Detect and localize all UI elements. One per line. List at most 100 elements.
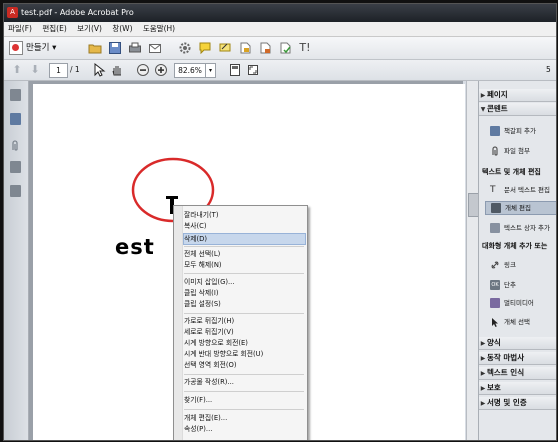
sign-icon[interactable] [218, 41, 232, 55]
panel-section-content[interactable]: ▼ 콘텐트 [479, 103, 556, 116]
menu-item-flip-horizontal[interactable]: 가로로 뒤집기(H) [184, 316, 305, 327]
menu-item-edit-object[interactable]: 개체 편집(E)... [184, 413, 305, 424]
previous-page-icon[interactable]: ⬆ [10, 63, 24, 77]
select-arrow-icon [490, 317, 500, 327]
secure-icon[interactable] [238, 41, 252, 55]
zoom-out-icon[interactable] [136, 63, 150, 77]
tool-attach-file[interactable]: 파일 첨부 [490, 145, 530, 157]
link-icon [490, 260, 500, 270]
menu-separator [184, 313, 304, 314]
full-screen-icon[interactable] [246, 63, 260, 77]
tool-select-object[interactable]: 개체 선택 [490, 316, 530, 328]
panel-section-sign-certify[interactable]: ▶ 서명 및 인증 [479, 397, 556, 410]
toolbar-right-label: 5 [546, 65, 551, 74]
title-bar[interactable]: A test.pdf - Adobe Acrobat Pro [4, 4, 556, 22]
tool-edit-document-text[interactable]: T 문서 텍스트 편집 [490, 184, 550, 196]
expand-arrow-icon: ▶ [480, 385, 486, 392]
section-label: 텍스트 인식 [487, 368, 525, 377]
hand-tool-icon[interactable] [110, 63, 124, 77]
pages-panel-icon[interactable] [10, 89, 21, 101]
menu-view[interactable]: 보기(V) [73, 22, 106, 36]
next-page-icon[interactable]: ⬇ [28, 63, 42, 77]
panel-section-pages[interactable]: ▶ 페이지 [479, 89, 556, 102]
panel-section-protection[interactable]: ▶ 보호 [479, 382, 556, 395]
menu-bar: 파일(F) 편집(E) 보기(V) 창(W) 도움말(H) [4, 22, 556, 37]
panel-section-text-recognition[interactable]: ▶ 텍스트 인식 [479, 367, 556, 380]
subheader-text-object-edit: 텍스트 및 개체 편집 [482, 168, 541, 176]
menu-item-flip-vertical[interactable]: 세로로 뒤집기(V) [184, 327, 305, 338]
comment-icon[interactable] [198, 41, 212, 55]
menu-item-create-artifact[interactable]: 가공물 작성(R)... [184, 377, 305, 388]
section-label: 페이지 [487, 90, 508, 99]
text-box-icon [490, 223, 500, 233]
bookmarks-icon[interactable] [10, 113, 21, 125]
expand-arrow-icon: ▶ [480, 340, 486, 347]
menu-item-find[interactable]: 찾기(F)... [184, 395, 305, 406]
menu-item-properties[interactable]: 속성(P)... [184, 424, 305, 435]
context-menu: 잘라내기(T) 복사(C) 삭제(D) 전체 선택(L) 모두 해제(N) 이미… [173, 205, 308, 440]
tool-button[interactable]: OK 단추 [490, 279, 516, 291]
forms-icon[interactable] [258, 41, 272, 55]
tool-label: 문서 텍스트 편집 [504, 186, 550, 194]
zoom-dropdown-chevron-down-icon[interactable]: ▾ [205, 63, 216, 78]
panel-section-forms[interactable]: ▶ 양식 [479, 337, 556, 350]
signatures-icon[interactable] [10, 161, 21, 173]
create-pdf-icon [9, 40, 23, 55]
vertical-scrollbar[interactable] [466, 81, 479, 440]
menu-item-cut[interactable]: 잘라내기(T) [184, 210, 305, 221]
menu-item-insert-image[interactable]: 이미지 삽입(G)... [184, 277, 305, 288]
menu-item-rotate-selection[interactable]: 선택 영역 회전(O) [184, 360, 305, 371]
create-button[interactable]: 만들기 ▾ [9, 40, 56, 56]
page-number-input[interactable]: 1 [49, 63, 68, 78]
multimedia-icon [490, 298, 500, 308]
menu-item-set-clip[interactable]: 클립 설정(S) [184, 299, 305, 310]
edit-object-icon [491, 203, 501, 213]
attachments-paperclip-icon[interactable] [10, 137, 21, 151]
print-icon[interactable] [128, 41, 142, 55]
menu-separator [184, 391, 304, 392]
email-icon[interactable] [148, 41, 162, 55]
panel-section-action-wizard[interactable]: ▶ 동작 마법사 [479, 352, 556, 365]
open-folder-icon[interactable] [88, 41, 102, 55]
tool-edit-object[interactable]: 개체 편집 [485, 201, 556, 215]
tool-label: 개체 선택 [504, 318, 530, 326]
page-total-label: / 1 [70, 65, 80, 74]
tool-label: 책갈피 추가 [504, 127, 536, 135]
tool-label: 링크 [504, 261, 516, 269]
menu-item-rotate-clockwise[interactable]: 시계 방향으로 회전(E) [184, 338, 305, 349]
menu-item-copy[interactable]: 복사(C) [184, 221, 305, 232]
tools-panel: ▶ 페이지 ▼ 콘텐트 책갈피 추가 파일 첨부 텍스트 및 개체 편집 T 문서 텍… [478, 81, 556, 440]
tool-link[interactable]: 링크 [490, 259, 516, 271]
menu-window[interactable]: 창(W) [108, 22, 136, 36]
tool-label: 텍스트 상자 추가 [504, 224, 550, 232]
menu-item-delete[interactable]: 삭제(D) [183, 233, 306, 245]
create-button-label: 만들기 ▾ [26, 43, 57, 53]
section-label: 서명 및 인증 [487, 398, 527, 407]
tool-multimedia[interactable]: 멀티미디어 [490, 297, 534, 309]
menu-item-select-all[interactable]: 전체 선택(L) [184, 249, 305, 260]
expand-arrow-icon: ▶ [480, 400, 486, 407]
document-text[interactable]: est [115, 235, 155, 259]
text-tool-icon[interactable]: T! [298, 41, 312, 55]
collapse-arrow-icon: ▼ [480, 106, 486, 113]
tool-add-text-box[interactable]: 텍스트 상자 추가 [490, 222, 550, 234]
zoom-in-icon[interactable] [154, 63, 168, 77]
menu-file[interactable]: 파일(F) [4, 22, 36, 36]
zoom-level-field[interactable]: 82.6% [174, 63, 206, 78]
tool-add-bookmark[interactable]: 책갈피 추가 [490, 125, 536, 137]
menu-help[interactable]: 도움말(H) [139, 22, 179, 36]
tool-label: 단추 [504, 281, 516, 289]
settings-gear-icon[interactable] [178, 41, 192, 55]
menu-item-rotate-counterclockwise[interactable]: 시계 반대 방향으로 회전(U) [184, 349, 305, 360]
menu-edit[interactable]: 편집(E) [38, 22, 70, 36]
content-structure-icon[interactable] [10, 185, 21, 197]
review-icon[interactable] [278, 41, 292, 55]
menu-item-deselect-all[interactable]: 모두 해제(N) [184, 260, 305, 271]
navigation-toolbar: ⬆ ⬇ 1 / 1 82.6% ▾ 5 [4, 60, 556, 81]
bookmark-icon [490, 126, 500, 136]
fit-page-icon[interactable] [228, 63, 242, 77]
expand-arrow-icon: ▶ [480, 92, 486, 99]
select-tool-icon[interactable] [92, 62, 106, 77]
menu-item-delete-clip[interactable]: 클립 삭제(I) [184, 288, 305, 299]
save-icon[interactable] [108, 41, 122, 55]
